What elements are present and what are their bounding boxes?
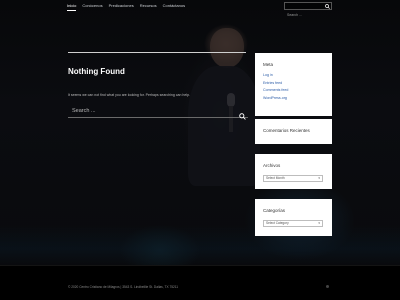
categories-select[interactable]: Select Category ▾ xyxy=(263,220,323,227)
search-icon xyxy=(239,113,246,120)
categories-title: Categorías xyxy=(263,208,286,213)
archives-select-value: Select Month xyxy=(266,176,285,180)
top-navigation: Inicio Conócenos Predicaciones Recursos … xyxy=(0,0,400,18)
meta-links: Log in Entries feed Comments feed WordPr… xyxy=(263,72,288,103)
recent-comments-title: Comentarios Recientes xyxy=(263,128,310,133)
nav-item-predicaciones[interactable]: Predicaciones xyxy=(109,3,134,8)
main-search-input[interactable] xyxy=(72,107,222,115)
footer-divider xyxy=(0,265,400,266)
wordpress-link[interactable]: WordPress.org xyxy=(263,95,288,103)
chevron-down-icon: ▾ xyxy=(318,221,320,225)
header-search-button[interactable] xyxy=(323,3,331,9)
nav-item-contactanos[interactable]: Contáctanos xyxy=(163,3,185,8)
content-divider xyxy=(68,52,246,53)
archives-select[interactable]: Select Month ▾ xyxy=(263,175,323,182)
nav-menu: Inicio Conócenos Predicaciones Recursos … xyxy=(67,3,185,8)
active-nav-indicator xyxy=(67,10,76,11)
floor-glow xyxy=(0,225,400,265)
login-link[interactable]: Log in xyxy=(263,72,288,80)
meta-widget: Meta Log in Entries feed Comments feed W… xyxy=(255,53,332,116)
archives-title: Archivos xyxy=(263,163,281,168)
archives-widget: Archivos Select Month ▾ xyxy=(255,154,332,189)
main-search-button[interactable] xyxy=(239,107,247,120)
chevron-down-icon: ▾ xyxy=(318,176,320,180)
comments-feed-link[interactable]: Comments feed xyxy=(263,87,288,95)
meta-widget-title: Meta xyxy=(263,62,274,67)
header-search-input[interactable] xyxy=(285,12,323,18)
preacher-head-shape xyxy=(210,28,244,68)
recent-comments-widget: Comentarios Recientes xyxy=(255,119,332,144)
categories-select-value: Select Category xyxy=(266,221,289,225)
nav-item-conocenos[interactable]: Conócenos xyxy=(82,3,102,8)
preacher-body-shape xyxy=(188,66,260,186)
not-found-message: It seems we can not find what you are lo… xyxy=(68,93,190,97)
header-search-form xyxy=(284,2,332,18)
nav-item-recursos[interactable]: Recursos xyxy=(140,3,157,8)
footer-copyright: © 2020 Centro Cristiano de Milagros | 35… xyxy=(68,285,179,289)
search-icon xyxy=(324,3,330,9)
scroll-top-dot[interactable] xyxy=(326,285,329,288)
main-search-form xyxy=(68,104,248,120)
page-title: Nothing Found xyxy=(68,67,125,76)
entries-feed-link[interactable]: Entries feed xyxy=(263,80,288,88)
categories-widget: Categorías Select Category ▾ xyxy=(255,199,332,236)
nav-item-inicio[interactable]: Inicio xyxy=(67,3,76,8)
